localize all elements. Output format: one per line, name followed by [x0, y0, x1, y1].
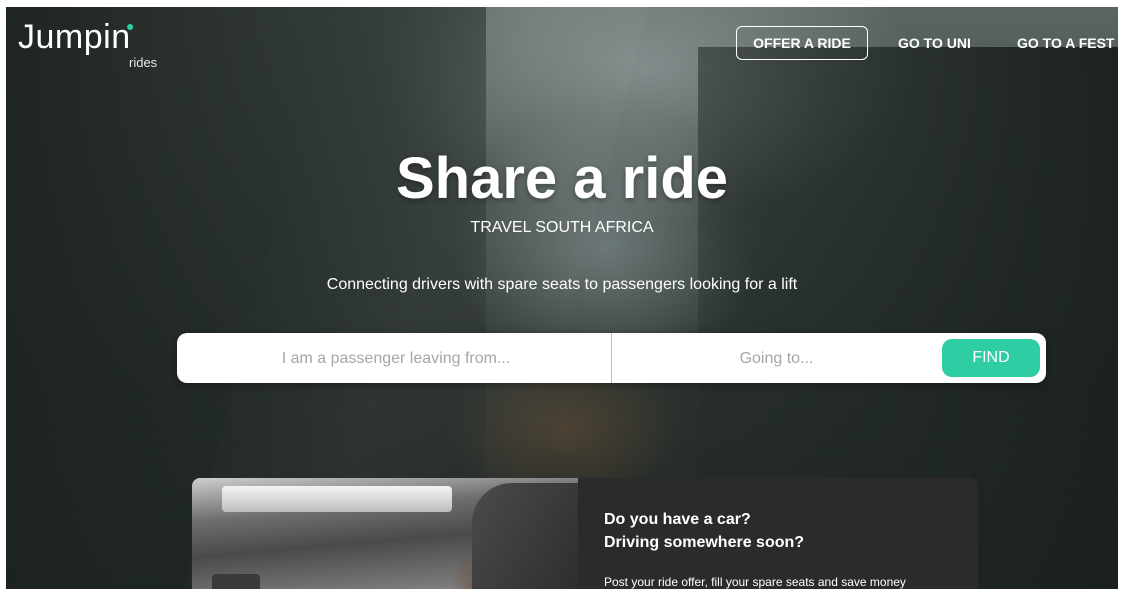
card-question-driving: Driving somewhere soon?	[604, 534, 805, 551]
hero-tagline: Connecting drivers with spare seats to p…	[326, 276, 798, 293]
going-to-input[interactable]	[612, 333, 941, 385]
offer-ride-card: Do you have a car? Driving somewhere soo…	[192, 478, 978, 589]
offer-a-ride-button[interactable]: OFFER A RIDE	[736, 26, 868, 60]
car-interior-photo	[192, 478, 578, 589]
sunroof	[222, 486, 452, 512]
card-info: Do you have a car? Driving somewhere soo…	[604, 508, 964, 589]
ride-search-bar: FIND	[177, 333, 1046, 385]
find-button[interactable]: FIND	[942, 339, 1040, 377]
card-question-car: Do you have a car?	[604, 511, 751, 528]
hero-subtitle: TRAVEL SOUTH AFRICA	[470, 219, 654, 236]
logo-subtitle: rides	[129, 55, 158, 70]
leaving-from-input[interactable]	[177, 333, 615, 385]
card-body-text: Post your ride offer, fill your spare se…	[604, 575, 906, 589]
logo-wordmark: Jumpin	[18, 18, 131, 56]
nav-go-to-a-fest[interactable]: GO TO A FEST	[1017, 26, 1115, 60]
hero-title: Share a ride	[395, 146, 729, 211]
nav-go-to-uni[interactable]: GO TO UNI	[898, 26, 971, 60]
jumpin-logo[interactable]: Jumpin ● rides	[18, 18, 157, 70]
rearview-mirror	[212, 574, 260, 589]
car-seat	[472, 483, 578, 589]
map-pin-icon: ●	[126, 18, 135, 34]
